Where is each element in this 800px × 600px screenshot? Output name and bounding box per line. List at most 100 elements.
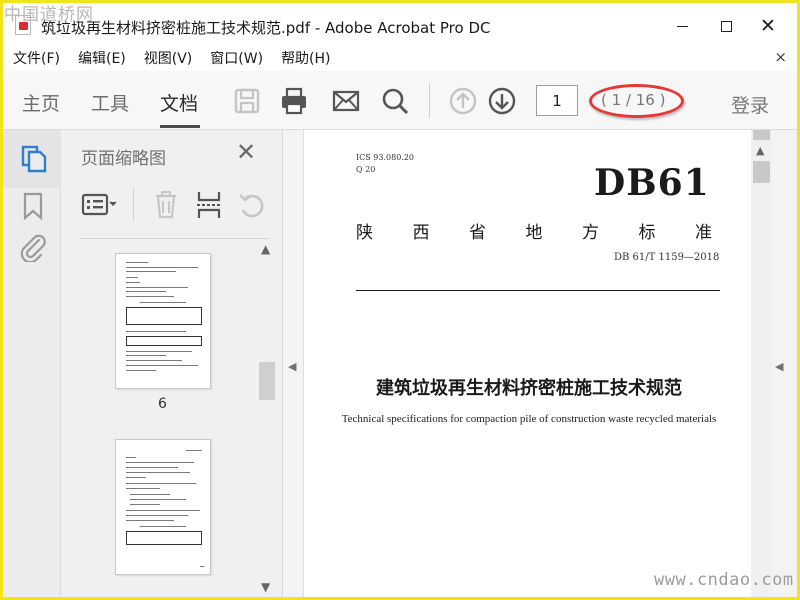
page-thumbnails-icon[interactable] (20, 144, 48, 174)
thumb-table (126, 531, 202, 545)
thumb-text-line (126, 477, 146, 478)
thumbnail-pane-close-button[interactable]: ✕ (236, 138, 256, 166)
thumb-text-line (130, 494, 170, 495)
thumb-text-line (126, 262, 148, 263)
scroll-up-arrow-icon[interactable]: ▲ (261, 242, 270, 256)
search-icon[interactable] (379, 85, 411, 117)
thumbnail-page-7[interactable] (115, 439, 211, 575)
scroll-up-arrow-icon[interactable]: ▲ (756, 144, 764, 157)
menu-bar: 文件(F) 编辑(E) 视图(V) 窗口(W) 帮助(H) × (3, 45, 797, 71)
login-link[interactable]: 登录 (731, 91, 769, 118)
thumb-text-line (126, 467, 178, 468)
tab-document[interactable]: 文档 (160, 89, 198, 116)
thumb-text-line (126, 472, 190, 473)
minimize-icon (676, 25, 688, 27)
maximize-icon (720, 20, 732, 32)
heading-char: 西 (412, 223, 430, 243)
ics-number: ICS 93.080.20 (356, 153, 415, 162)
watermark-bottom-right: www.cndao.com (654, 570, 794, 590)
thumb-text-line (126, 331, 186, 332)
page-down-icon[interactable] (486, 85, 518, 117)
thumb-text-line (186, 450, 202, 451)
maximize-button[interactable] (703, 6, 749, 46)
thumbnail-pane-title: 页面缩略图 (81, 149, 166, 169)
save-icon[interactable] (231, 85, 263, 117)
document-page: ICS 93.080.20 Q 20 DB61 陕 西 省 地 方 标 准 DB… (303, 130, 753, 597)
thumbnail-options-icon[interactable] (81, 190, 121, 220)
insert-page-icon[interactable] (195, 190, 223, 220)
menu-view[interactable]: 视图(V) (135, 48, 202, 68)
email-icon[interactable] (330, 85, 362, 117)
page-number-input[interactable]: 1 (536, 85, 578, 116)
thumb-text-line (126, 277, 138, 278)
thumbnail-scrollbar[interactable]: ▲ ▼ (257, 242, 277, 594)
thumb-text-line (126, 457, 136, 458)
thumb-text-line (126, 355, 166, 356)
heading-char: 省 (469, 223, 486, 243)
attachment-icon[interactable] (19, 232, 47, 262)
page-up-icon[interactable] (447, 85, 479, 117)
document-view: ◀ ICS 93.080.20 Q 20 DB61 陕 西 省 地 方 标 准 … (284, 130, 797, 597)
header-rule (356, 290, 720, 291)
main-toolbar: 主页 工具 文档 1 ( 1 / 16 ) 登录 (3, 71, 797, 130)
annotation-highlight-ellipse (589, 84, 684, 118)
thumb-text-line (126, 483, 196, 484)
heading-char: 方 (582, 223, 599, 243)
menubar-close-button[interactable]: × (774, 48, 787, 66)
thumbnail-page-6[interactable] (115, 253, 211, 389)
thumb-table (126, 307, 202, 325)
thumb-text-line (126, 515, 188, 516)
active-tab-indicator (160, 125, 200, 128)
heading-char: 准 (695, 223, 712, 243)
thumb-text-line (126, 282, 140, 283)
watermark-top-left: 中国道桥网 (4, 5, 94, 25)
thumb-text-line (126, 267, 198, 268)
window-title: 筑垃圾再生材料挤密桩施工技术规范.pdf - Adobe Acrobat Pro… (41, 19, 491, 37)
document-scrollbar-thumb[interactable] (753, 161, 770, 183)
bookmark-icon[interactable] (22, 191, 44, 221)
thumb-text-line (126, 510, 200, 511)
minimize-button[interactable] (659, 6, 705, 46)
thumbnail-pane: 页面缩略图 ✕ 6 ▲ ▼ (61, 130, 283, 597)
heading-char: 标 (638, 223, 656, 243)
close-button[interactable]: ✕ (745, 6, 791, 46)
menu-file[interactable]: 文件(F) (3, 48, 69, 68)
thumb-text-line (126, 462, 194, 463)
scroll-down-arrow-icon[interactable]: ▼ (261, 580, 270, 594)
thumb-text-line (126, 365, 198, 366)
thumb-text-line (126, 296, 174, 297)
rotate-icon[interactable] (237, 190, 267, 220)
thumb-text-line (126, 520, 174, 521)
menu-edit[interactable]: 编辑(E) (69, 48, 135, 68)
toolbar-divider (429, 83, 430, 118)
thumb-text-line (126, 488, 160, 489)
ics-code: ICS 93.080.20 Q 20 (356, 152, 414, 176)
heading-char: 陕 (356, 223, 373, 243)
collapse-right-pane-icon[interactable]: ◀ (775, 360, 783, 373)
document-scrollbar[interactable]: ▲ (751, 130, 772, 597)
menu-window[interactable]: 窗口(W) (201, 48, 272, 68)
thumbnail-toolbar-border (79, 238, 269, 239)
thumb-text-line (130, 499, 186, 500)
thumb-text-line (140, 302, 186, 303)
document-title-english: Technical specifications for compaction … (341, 413, 717, 425)
standard-code: DB61 (594, 162, 710, 204)
tab-tools[interactable]: 工具 (91, 89, 129, 116)
thumb-text-line (126, 370, 156, 371)
tab-home[interactable]: 主页 (22, 89, 60, 116)
collapse-left-pane-icon[interactable]: ◀ (288, 360, 296, 373)
delete-icon[interactable] (153, 190, 179, 220)
thumb-text-line (126, 287, 188, 288)
left-nav-strip (3, 130, 61, 597)
thumb-text-line (126, 351, 192, 352)
ccs-number: Q 20 (356, 165, 376, 174)
thumb-text-line (200, 566, 204, 567)
menu-help[interactable]: 帮助(H) (272, 48, 339, 68)
print-icon[interactable] (278, 85, 310, 117)
thumb-text-line (126, 360, 182, 361)
thumbnail-page-number: 6 (158, 396, 167, 412)
document-title-chinese: 建筑垃圾再生材料挤密桩施工技术规范 (376, 378, 682, 399)
thumbnail-toolbar-divider (133, 188, 134, 222)
thumbnail-scrollbar-thumb[interactable] (259, 362, 275, 400)
thumb-text-line (140, 526, 186, 527)
